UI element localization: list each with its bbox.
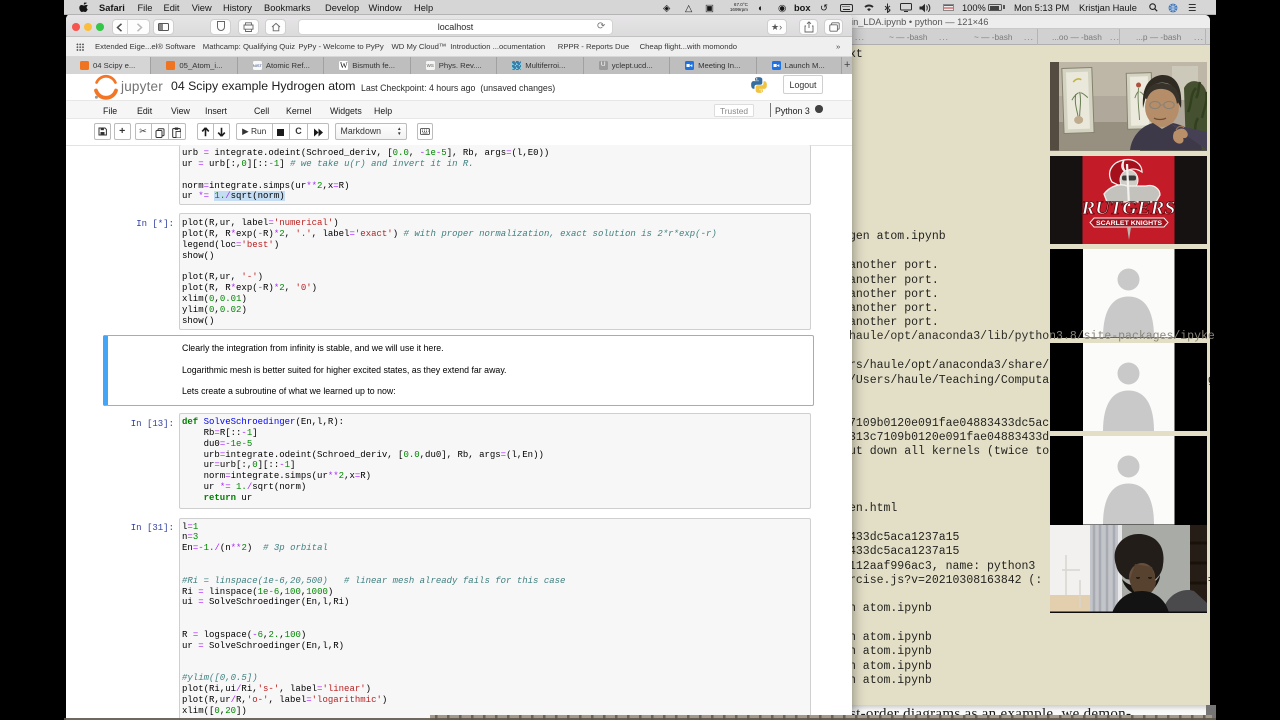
svg-text:RUTGERS: RUTGERS [1080, 198, 1175, 219]
svg-text:SCARLET KNIGHTS: SCARLET KNIGHTS [1096, 220, 1162, 227]
